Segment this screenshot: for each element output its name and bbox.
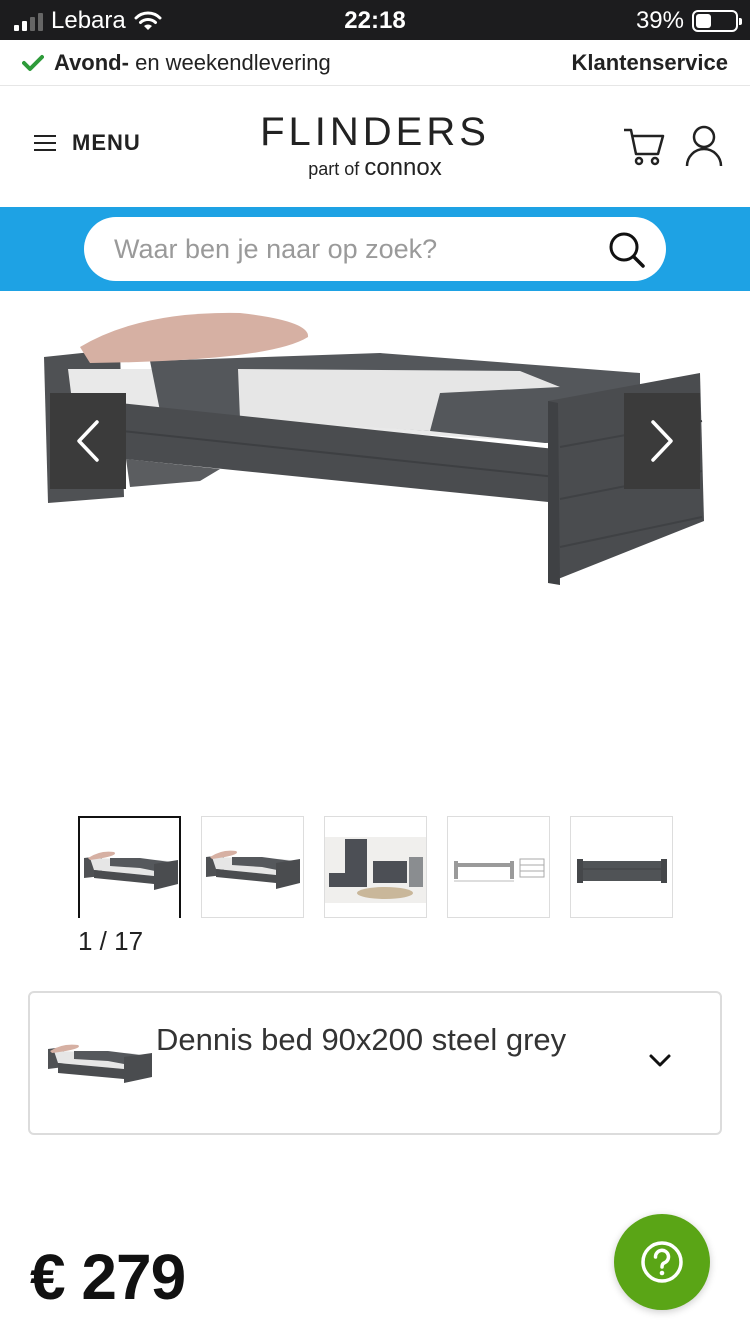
thumbnail[interactable] xyxy=(324,816,427,918)
cart-icon[interactable] xyxy=(622,124,666,168)
thumbnail-image xyxy=(454,858,545,882)
status-bar: Lebara 22:18 39% xyxy=(0,0,750,40)
thumbnail-image xyxy=(84,851,178,890)
thumbnail-image xyxy=(325,837,426,903)
promo-bar: Avond- en weekendlevering Klantenservice xyxy=(0,40,750,86)
question-icon xyxy=(641,1241,683,1283)
delivery-bold: Avond- xyxy=(54,50,129,75)
battery-percent: 39% xyxy=(635,7,684,34)
chevron-down-icon xyxy=(649,1054,671,1067)
product-gallery[interactable] xyxy=(0,291,750,801)
thumbnail-image xyxy=(577,859,667,883)
delivery-promo: Avond- en weekendlevering xyxy=(22,50,331,76)
site-header: MENU FLINDERS part of connox xyxy=(0,86,750,206)
logo-subtitle: part of connox xyxy=(240,154,510,182)
product-image xyxy=(44,312,704,585)
search-band xyxy=(0,207,750,291)
battery-icon xyxy=(692,10,742,32)
search-box xyxy=(84,217,666,281)
customer-service-link[interactable]: Klantenservice xyxy=(571,50,728,76)
user-icon[interactable] xyxy=(684,124,724,168)
menu-button[interactable]: MENU xyxy=(34,130,141,156)
thumbnail[interactable] xyxy=(201,816,304,918)
hamburger-icon xyxy=(34,135,56,151)
check-icon xyxy=(22,55,44,71)
variant-selector[interactable]: Dennis bed 90x200 steel grey xyxy=(28,991,722,1135)
search-input[interactable] xyxy=(114,227,594,271)
next-image-button[interactable] xyxy=(624,393,700,489)
image-counter: 1 / 17 xyxy=(78,926,144,956)
delivery-text: en weekendlevering xyxy=(135,50,331,75)
search-icon[interactable] xyxy=(608,231,646,269)
previous-image-button[interactable] xyxy=(50,393,126,489)
thumbnail[interactable] xyxy=(570,816,673,918)
thumbnail[interactable] xyxy=(78,816,181,918)
logo-connox: connox xyxy=(364,154,442,181)
help-button[interactable] xyxy=(614,1214,710,1310)
thumbnail-image xyxy=(206,850,300,889)
logo-brand: FLINDERS xyxy=(260,110,490,154)
logo-part-of: part of xyxy=(308,159,360,179)
thumbnail[interactable] xyxy=(447,816,550,918)
battery-group: 39% xyxy=(635,7,742,35)
chevron-right-icon xyxy=(651,420,673,462)
flinders-logo[interactable]: FLINDERS part of connox xyxy=(240,110,510,182)
chevron-left-icon xyxy=(77,420,99,462)
thumbnail-strip xyxy=(78,816,673,918)
variant-thumbnail xyxy=(48,1044,152,1083)
product-price: € 279 xyxy=(30,1241,186,1313)
variant-name: Dennis bed 90x200 steel grey xyxy=(156,1022,567,1057)
menu-label: MENU xyxy=(72,130,141,155)
